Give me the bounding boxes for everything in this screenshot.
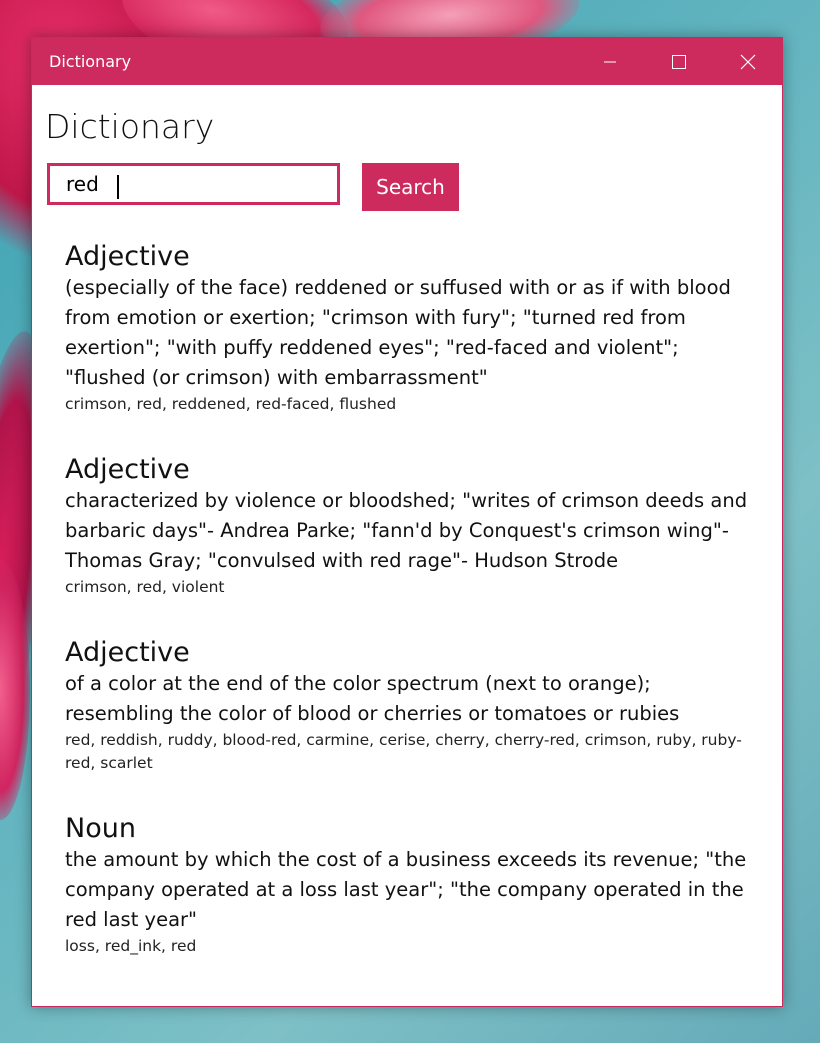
minimize-button[interactable] — [575, 38, 644, 85]
synonyms-text: red, reddish, ruddy, blood-red, carmine,… — [65, 731, 742, 772]
dictionary-window: Dictionary Dictionary red Search Adjecti… — [31, 37, 783, 1007]
title-bar[interactable]: Dictionary — [32, 38, 782, 85]
result-entry: Adjective of a color at the end of the c… — [65, 636, 765, 775]
result-entry: Noun the amount by which the cost of a b… — [65, 812, 765, 958]
results-list: Adjective (especially of the face) redde… — [65, 240, 765, 995]
synonyms-text: crimson, red, violent — [65, 578, 225, 596]
maximize-button[interactable] — [644, 38, 713, 85]
search-button[interactable]: Search — [362, 163, 459, 211]
search-input[interactable] — [66, 172, 337, 196]
result-entry: Adjective characterized by violence or b… — [65, 453, 765, 599]
part-of-speech: Adjective — [65, 454, 190, 485]
result-entry: Adjective (especially of the face) redde… — [65, 240, 765, 416]
definition-text: the amount by which the cost of a busine… — [65, 848, 747, 931]
part-of-speech: Adjective — [65, 637, 190, 668]
close-button[interactable] — [713, 38, 782, 85]
part-of-speech: Adjective — [65, 241, 190, 272]
definition-text: (especially of the face) reddened or suf… — [65, 276, 731, 389]
definition-text: characterized by violence or bloodshed; … — [65, 489, 748, 572]
synonyms-text: loss, red_ink, red — [65, 937, 197, 955]
text-caret — [117, 175, 119, 199]
desktop-background: Dictionary Dictionary red Search Adjecti… — [0, 0, 820, 1043]
search-input-container[interactable] — [47, 163, 340, 205]
minimize-icon — [603, 61, 616, 62]
close-icon — [740, 54, 755, 69]
window-title: Dictionary — [49, 52, 132, 71]
synonyms-text: crimson, red, reddened, red-faced, flush… — [65, 395, 397, 413]
maximize-icon — [671, 54, 686, 69]
page-title: Dictionary — [45, 107, 215, 146]
definition-text: of a color at the end of the color spect… — [65, 672, 680, 725]
part-of-speech: Noun — [65, 813, 136, 844]
